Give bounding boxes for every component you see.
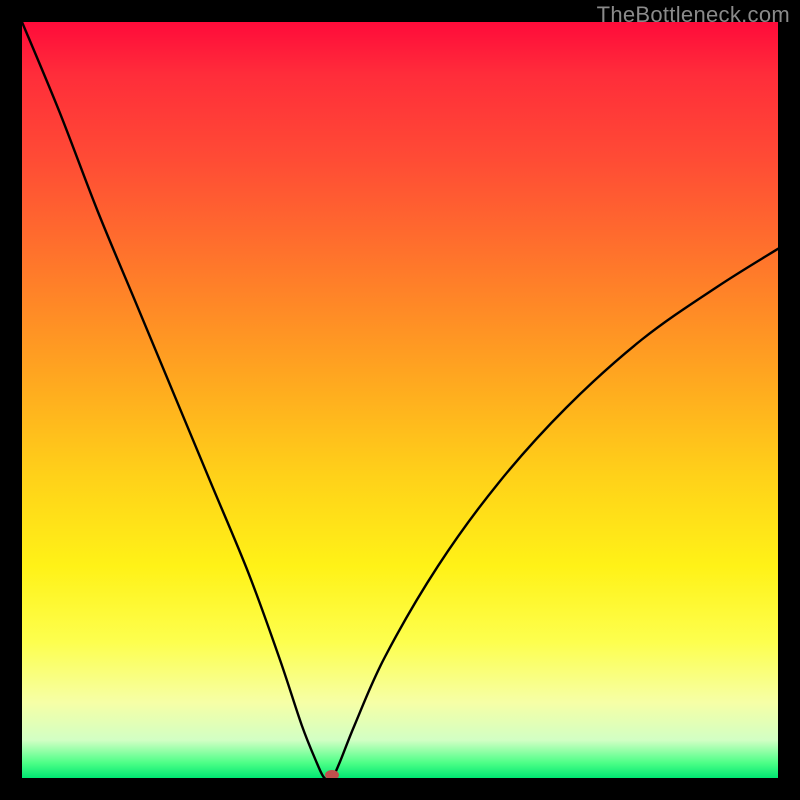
chart-plot-area bbox=[22, 22, 778, 778]
bottleneck-curve bbox=[22, 22, 778, 778]
curve-path bbox=[22, 22, 778, 778]
chart-frame: TheBottleneck.com bbox=[0, 0, 800, 800]
watermark-text: TheBottleneck.com bbox=[597, 2, 790, 28]
